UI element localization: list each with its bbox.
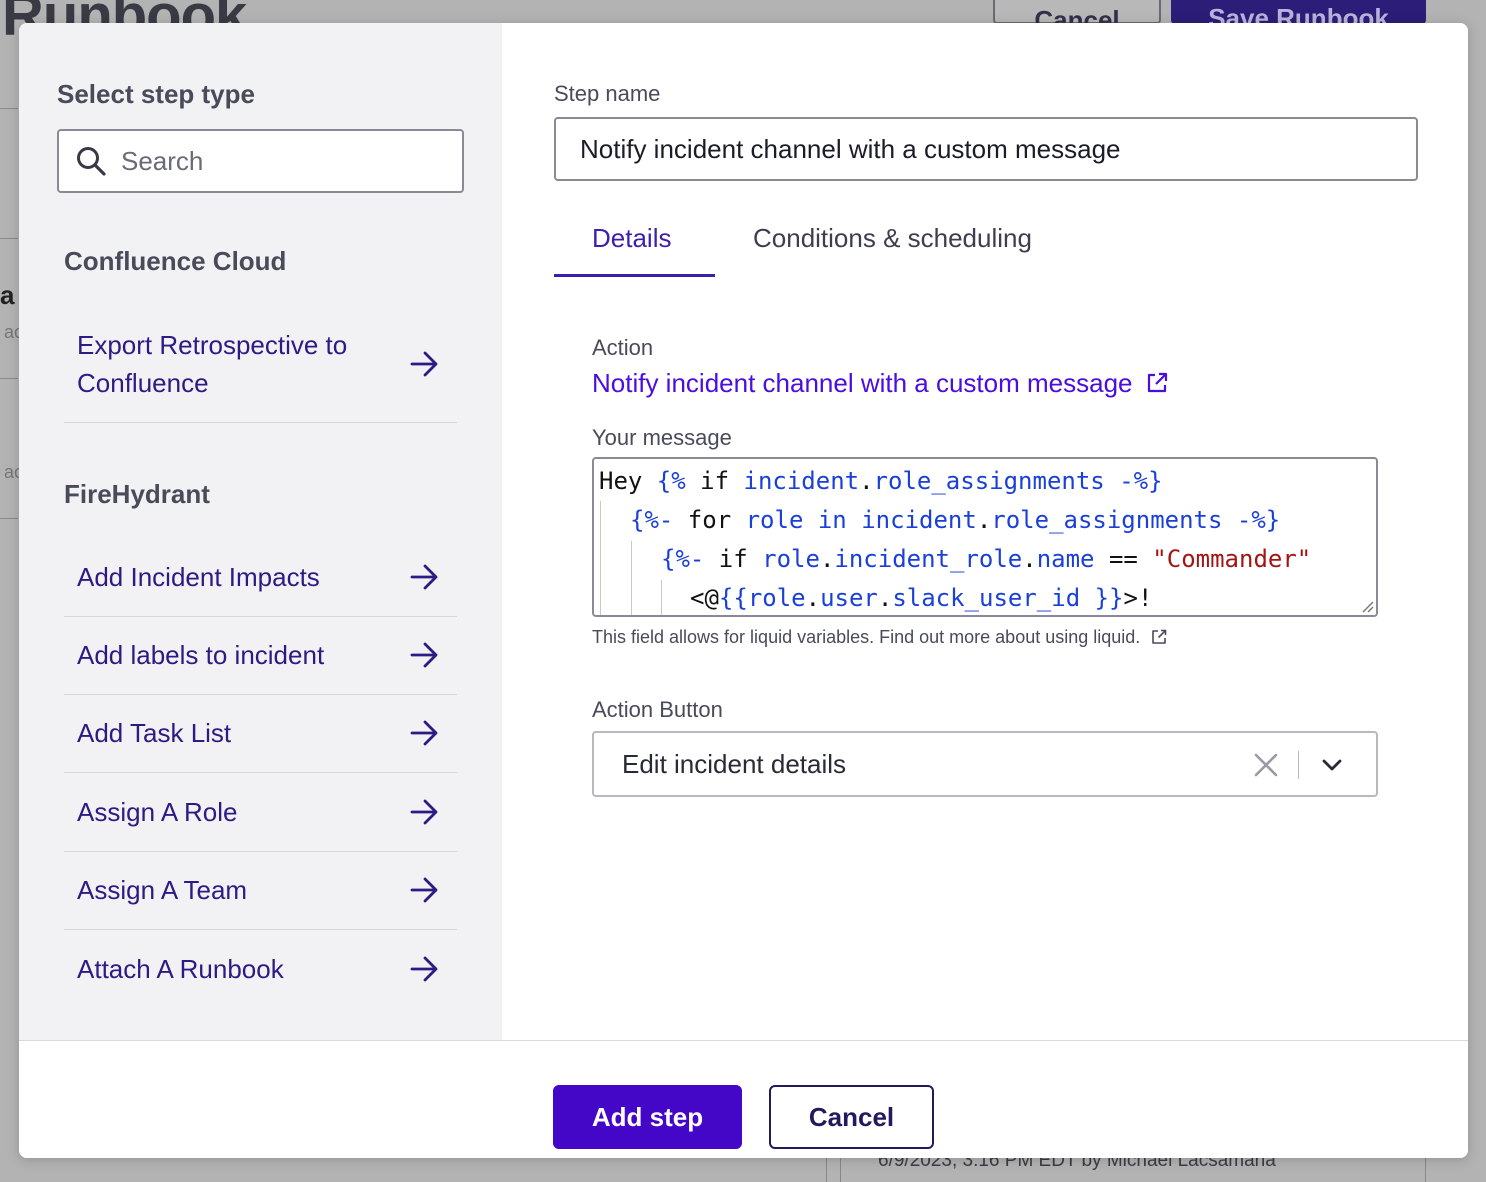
step-item-add-task-list[interactable]: Add Task List bbox=[64, 695, 457, 773]
step-item-assign-team[interactable]: Assign A Team bbox=[64, 852, 457, 930]
external-link-icon bbox=[1147, 372, 1167, 393]
arrow-right-icon bbox=[410, 799, 438, 825]
arrow-right-icon bbox=[410, 877, 438, 903]
step-item-label: Add labels to incident bbox=[77, 640, 325, 670]
clear-icon[interactable] bbox=[1252, 751, 1280, 779]
step-item-assign-role[interactable]: Assign A Role bbox=[64, 773, 457, 852]
background-divider bbox=[840, 1158, 841, 1182]
background-cancel-button: Cancel bbox=[993, 0, 1161, 35]
background-divider bbox=[826, 1158, 827, 1182]
background-sidebar-text: a bbox=[0, 280, 15, 310]
step-item-label: Confluence bbox=[77, 368, 209, 398]
step-item-label: Export Retrospective to bbox=[77, 330, 348, 360]
group-title-confluence-cloud: Confluence Cloud bbox=[64, 246, 287, 276]
background-divider bbox=[0, 238, 18, 239]
step-name-input[interactable] bbox=[580, 119, 1400, 179]
step-config-panel: Step name Details Conditions & schedulin… bbox=[502, 23, 1468, 1040]
arrow-right-icon bbox=[410, 956, 438, 982]
step-item-label: Add Task List bbox=[77, 718, 232, 748]
add-step-button[interactable]: Add step bbox=[553, 1085, 742, 1149]
tab-details[interactable]: Details bbox=[554, 223, 715, 277]
step-type-panel: Select step type Confluence Cloud Export… bbox=[19, 23, 502, 1040]
group-title-firehydrant: FireHydrant bbox=[64, 479, 210, 509]
background-divider bbox=[0, 108, 18, 109]
indent-guide bbox=[600, 501, 601, 615]
liquid-hint[interactable]: This field allows for liquid variables. … bbox=[592, 627, 1167, 648]
background-divider bbox=[0, 378, 18, 379]
cancel-button[interactable]: Cancel bbox=[769, 1085, 934, 1149]
arrow-right-icon bbox=[410, 351, 438, 377]
chevron-down-icon[interactable] bbox=[1318, 751, 1346, 779]
external-link-icon bbox=[1152, 629, 1167, 644]
message-code-editor[interactable]: Hey {% if incident.role_assignments -%} … bbox=[592, 457, 1378, 617]
background-save-runbook-button: Save Runbook bbox=[1171, 0, 1426, 33]
background-divider bbox=[1425, 1158, 1426, 1182]
search-icon bbox=[77, 147, 106, 176]
step-item-label: Attach A Runbook bbox=[77, 954, 284, 984]
arrow-right-icon bbox=[410, 564, 438, 590]
action-button-selected-value: Edit incident details bbox=[622, 749, 847, 779]
step-search-box[interactable] bbox=[57, 129, 464, 193]
action-button-select[interactable]: Edit incident details bbox=[592, 731, 1378, 797]
step-item-label: Assign A Role bbox=[77, 797, 238, 827]
background-divider bbox=[0, 518, 18, 519]
select-separator bbox=[1298, 751, 1299, 779]
step-item-label: Assign A Team bbox=[77, 875, 248, 905]
code-line: Hey {% if incident.role_assignments -%} bbox=[599, 467, 1163, 495]
step-item-label: Add Incident Impacts bbox=[77, 562, 320, 592]
arrow-right-icon bbox=[410, 720, 438, 746]
step-item-attach-runbook[interactable]: Attach A Runbook bbox=[64, 930, 457, 1008]
liquid-hint-text: This field allows for liquid variables. … bbox=[592, 627, 1141, 647]
arrow-right-icon bbox=[410, 642, 438, 668]
step-item-add-labels[interactable]: Add labels to incident bbox=[64, 617, 457, 695]
message-label: Your message bbox=[592, 425, 732, 450]
modal-footer: Add step Cancel bbox=[19, 1040, 1468, 1158]
step-name-field[interactable] bbox=[554, 117, 1418, 181]
add-step-modal: Select step type Confluence Cloud Export… bbox=[19, 23, 1468, 1158]
resize-handle-icon[interactable] bbox=[1360, 599, 1374, 613]
action-button-label: Action Button bbox=[592, 697, 723, 722]
action-link[interactable]: Notify incident channel with a custom me… bbox=[592, 368, 1168, 399]
step-item-export-retrospective[interactable]: Export Retrospective to Confluence bbox=[64, 317, 457, 423]
tab-conditions-scheduling[interactable]: Conditions & scheduling bbox=[753, 223, 1032, 277]
step-search-input[interactable] bbox=[121, 131, 451, 191]
indent-guide bbox=[661, 580, 662, 615]
step-item-add-incident-impacts[interactable]: Add Incident Impacts bbox=[64, 539, 457, 617]
code-line: <@{{role.user.slack_user_id }}>! bbox=[690, 584, 1153, 612]
step-type-heading: Select step type bbox=[57, 79, 255, 109]
code-line: {%- if role.incident_role.name == "Comma… bbox=[661, 545, 1312, 573]
action-label: Action bbox=[592, 335, 654, 360]
step-name-label: Step name bbox=[554, 81, 661, 106]
code-line: {%- for role in incident.role_assignment… bbox=[630, 506, 1281, 534]
action-link-text: Notify incident channel with a custom me… bbox=[592, 368, 1133, 398]
indent-guide bbox=[631, 541, 632, 615]
